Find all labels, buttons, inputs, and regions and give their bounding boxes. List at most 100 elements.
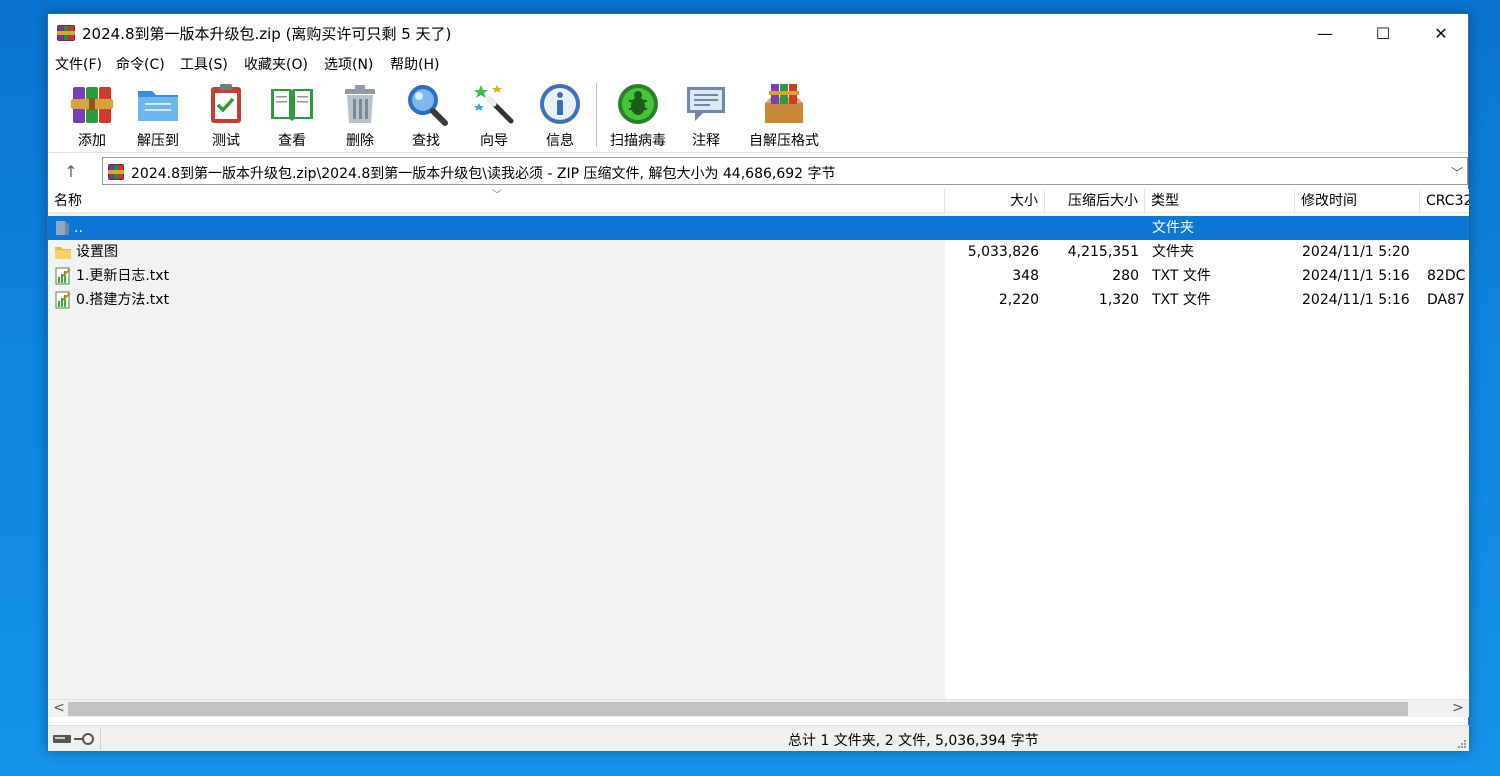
up-one-level-button[interactable]: ↑ — [60, 160, 82, 182]
view-icon — [271, 89, 313, 121]
delete-icon — [345, 85, 375, 123]
scrollbar-thumb[interactable] — [68, 702, 1408, 716]
file-packed-size: 1,320 — [1098, 292, 1139, 308]
winrar-app-icon — [57, 25, 75, 41]
menu-file[interactable]: 文件(F) — [55, 54, 102, 74]
menu-bar: 文件(F) 命令(C) 工具(S) 收藏夹(O) 选项(N) 帮助(H) — [48, 52, 1468, 74]
file-size — [945, 216, 1039, 240]
scroll-right-button[interactable]: > — [1449, 700, 1467, 718]
resize-grip-icon[interactable] — [1457, 739, 1467, 749]
sfx-button[interactable]: 自解压格式 — [744, 81, 824, 151]
extract-to-button[interactable]: 解压到 — [132, 81, 184, 151]
file-name: .. — [74, 220, 83, 236]
add-button[interactable]: 添加 — [68, 81, 116, 151]
file-row[interactable]: 设置图 5,033,826 4,215,351 文件夹 2024/11/1 5:… — [48, 240, 1469, 264]
test-label: 测试 — [212, 133, 240, 149]
status-separator — [100, 728, 101, 750]
menu-help[interactable]: 帮助(H) — [390, 54, 439, 74]
file-packed-size — [1045, 216, 1139, 240]
file-name: 0.搭建方法.txt — [76, 292, 170, 308]
extract-to-label: 解压到 — [137, 133, 179, 149]
file-packed-size: 280 — [1112, 268, 1139, 284]
maximize-button[interactable]: ☐ — [1354, 14, 1412, 52]
file-modified: 2024/11/1 5:16 — [1302, 268, 1410, 284]
wizard-icon — [474, 85, 514, 124]
parent-folder-icon — [56, 221, 69, 235]
scroll-left-button[interactable]: < — [50, 700, 68, 718]
file-size: 2,220 — [998, 292, 1039, 308]
menu-options[interactable]: 选项(N) — [324, 54, 373, 74]
horizontal-scrollbar[interactable]: < > — [48, 699, 1469, 717]
drive-key-icon — [53, 733, 94, 745]
find-label: 查找 — [412, 133, 440, 149]
file-type: TXT 文件 — [1152, 292, 1211, 308]
file-row[interactable]: 0.搭建方法.txt 2,220 1,320 TXT 文件 2024/11/1 … — [48, 288, 1469, 312]
column-header-packed[interactable]: 压缩后大小 — [1045, 189, 1145, 213]
column-header-size[interactable]: 大小 — [945, 189, 1045, 213]
status-bar: 总计 1 文件夹, 2 文件, 5,036,394 字节 — [48, 725, 1469, 751]
virus-scan-button[interactable]: 扫描病毒 — [606, 81, 670, 151]
comment-button[interactable]: 注释 — [684, 81, 728, 151]
window-title: 2024.8到第一版本升级包.zip (离购买许可只剩 5 天了) — [82, 25, 452, 43]
text-file-icon — [55, 267, 71, 285]
file-crc: DA87 — [1427, 292, 1465, 308]
address-bar: ↑ 2024.8到第一版本升级包.zip\2024.8到第一版本升级包\读我必须… — [48, 154, 1468, 188]
file-modified — [1302, 216, 1422, 240]
chevron-down-icon[interactable]: ﹀ — [1451, 164, 1463, 181]
toolbar-separator — [596, 83, 597, 147]
minimize-button[interactable]: — — [1296, 14, 1354, 52]
sfx-icon — [765, 84, 803, 123]
menu-commands[interactable]: 命令(C) — [116, 54, 165, 74]
sfx-label: 自解压格式 — [749, 133, 819, 149]
view-label: 查看 — [278, 133, 306, 149]
delete-label: 删除 — [346, 133, 374, 149]
title-bar[interactable]: 2024.8到第一版本升级包.zip (离购买许可只剩 5 天了) — ☐ ✕ — [48, 14, 1468, 52]
comment-icon — [687, 87, 725, 121]
text-file-icon — [55, 291, 71, 309]
folder-icon — [55, 247, 71, 259]
sort-indicator-icon: ﹀ — [492, 190, 502, 201]
file-type: 文件夹 — [1152, 244, 1194, 260]
menu-tools[interactable]: 工具(S) — [180, 54, 228, 74]
file-size: 348 — [1012, 268, 1039, 284]
view-button[interactable]: 查看 — [266, 81, 318, 151]
virus-scan-label: 扫描病毒 — [610, 133, 666, 149]
file-modified: 2024/11/1 5:20 — [1302, 244, 1410, 260]
test-icon — [211, 84, 241, 123]
wizard-label: 向导 — [480, 133, 508, 149]
find-button[interactable]: 查找 — [402, 81, 450, 151]
add-archive-icon — [71, 87, 113, 123]
find-icon — [408, 85, 448, 126]
column-header: 名称 ﹀ 大小 压缩后大小 类型 修改时间 CRC32 — [48, 189, 1469, 213]
info-icon — [540, 84, 580, 124]
file-modified: 2024/11/1 5:16 — [1302, 292, 1410, 308]
virus-scan-icon — [618, 84, 658, 124]
file-size: 5,033,826 — [967, 244, 1039, 260]
add-label: 添加 — [78, 133, 106, 149]
delete-button[interactable]: 删除 — [338, 81, 382, 151]
extract-to-icon — [138, 91, 178, 121]
file-name: 1.更新日志.txt — [76, 268, 170, 284]
column-header-modified[interactable]: 修改时间 — [1295, 189, 1420, 213]
comment-label: 注释 — [692, 133, 720, 149]
toolbar: 添加 解压到 测试 查看 删除 查找 向导 信息 扫描病毒 注释 自解压格式 — [48, 75, 1468, 153]
column-header-type[interactable]: 类型 — [1145, 189, 1295, 213]
archive-icon — [108, 164, 124, 180]
menu-favorites[interactable]: 收藏夹(O) — [244, 54, 308, 74]
address-combo[interactable]: 2024.8到第一版本升级包.zip\2024.8到第一版本升级包\读我必须 -… — [102, 157, 1468, 185]
info-button[interactable]: 信息 — [536, 81, 584, 151]
test-button[interactable]: 测试 — [202, 81, 250, 151]
close-button[interactable]: ✕ — [1412, 14, 1470, 52]
file-row-parent[interactable]: .. 文件夹 — [48, 216, 1469, 240]
file-type: TXT 文件 — [1152, 268, 1211, 284]
wizard-button[interactable]: 向导 — [470, 81, 518, 151]
file-list[interactable]: 名称 ﹀ 大小 压缩后大小 类型 修改时间 CRC32 .. 文件夹 设置图 5… — [48, 189, 1469, 699]
file-row[interactable]: 1.更新日志.txt 348 280 TXT 文件 2024/11/1 5:16… — [48, 264, 1469, 288]
status-summary: 总计 1 文件夹, 2 文件, 5,036,394 字节 — [788, 733, 1039, 749]
address-path: 2024.8到第一版本升级包.zip\2024.8到第一版本升级包\读我必须 -… — [131, 166, 836, 182]
column-header-crc[interactable]: CRC32 — [1420, 189, 1469, 213]
file-name: 设置图 — [76, 244, 118, 260]
file-type: 文件夹 — [1152, 220, 1194, 236]
file-crc: 82DC — [1427, 268, 1466, 284]
file-crc — [1427, 240, 1469, 264]
